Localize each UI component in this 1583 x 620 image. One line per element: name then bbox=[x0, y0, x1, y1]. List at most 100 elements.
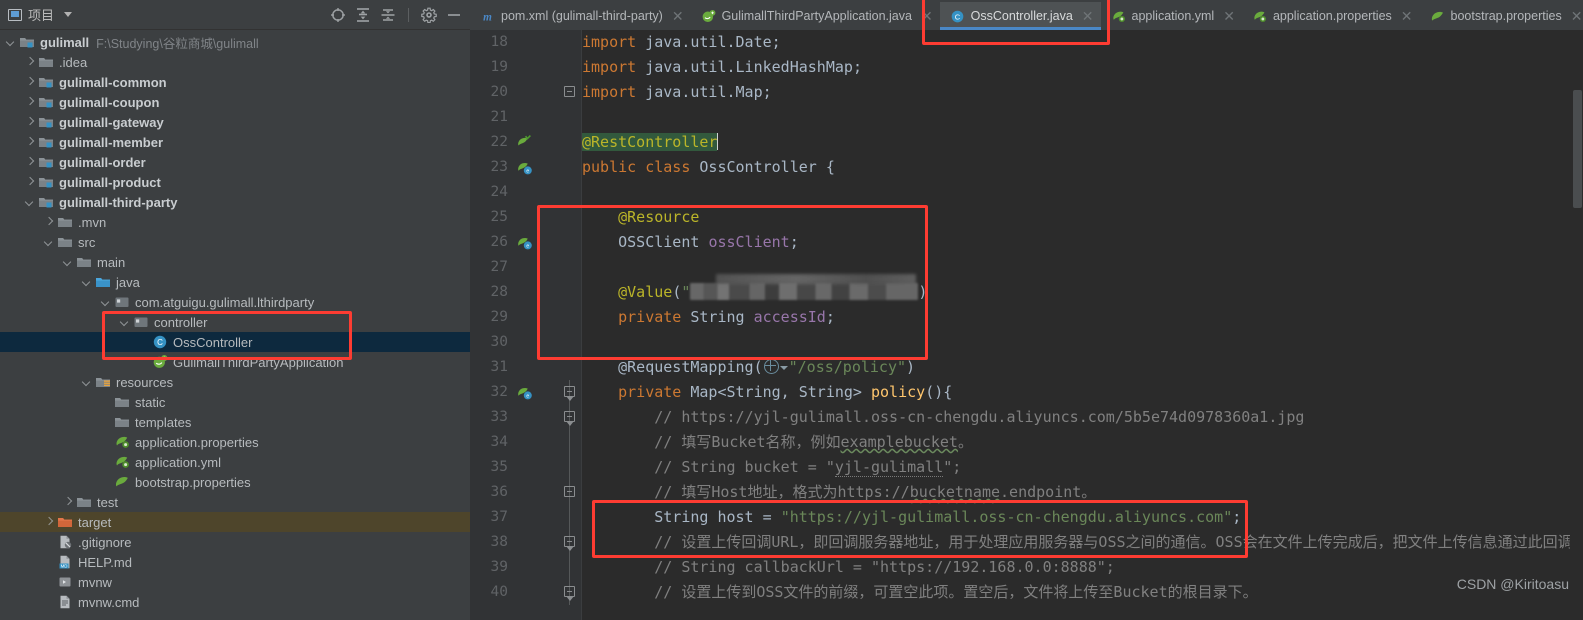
tree-item-main[interactable]: main bbox=[0, 252, 470, 272]
fold-icon[interactable] bbox=[564, 386, 575, 401]
tree-item-help.md[interactable]: MD HELP.md bbox=[0, 552, 470, 572]
tree-item-gulimall-product[interactable]: gulimall-product bbox=[0, 172, 470, 192]
chevron-right-icon[interactable] bbox=[25, 157, 35, 167]
editor-tab-osscontroller-java[interactable]: C OssController.java ✕ bbox=[939, 2, 1101, 30]
tree-item-.idea[interactable]: .idea bbox=[0, 52, 470, 72]
select-opened-file-icon[interactable] bbox=[330, 7, 346, 23]
tree-item-gulimall-order[interactable]: gulimall-order bbox=[0, 152, 470, 172]
gutter-cell[interactable] bbox=[512, 280, 578, 305]
expand-all-icon[interactable] bbox=[355, 7, 371, 23]
tree-item-.gitignore[interactable]: .gitignore bbox=[0, 532, 470, 552]
code-line-28[interactable]: 28 @Value(") bbox=[470, 274, 1583, 305]
chevron-down-icon[interactable] bbox=[101, 297, 111, 307]
chevron-right-icon[interactable] bbox=[44, 517, 54, 527]
tree-item-target[interactable]: target bbox=[0, 512, 470, 532]
chevron-right-icon[interactable] bbox=[25, 57, 35, 67]
tree-item-resources[interactable]: resources bbox=[0, 372, 470, 392]
tree-item-gulimall-gateway[interactable]: gulimall-gateway bbox=[0, 112, 470, 132]
chevron-right-icon[interactable] bbox=[25, 137, 35, 147]
gutter-cell[interactable] bbox=[512, 55, 578, 80]
editor-tab-application-yml[interactable]: application.yml ✕ bbox=[1101, 2, 1242, 30]
close-icon[interactable]: ✕ bbox=[1223, 9, 1235, 23]
code-line-30[interactable]: 30 bbox=[470, 330, 1583, 355]
code-line-40[interactable]: 40 // 设置上传到OSS文件的前缀，可置空此项。置空后，文件将上传至Buck… bbox=[470, 580, 1583, 605]
code-line-27[interactable]: 27 bbox=[470, 255, 1583, 280]
code-line-36[interactable]: 36 // 填写Host地址，格式为https://bucketname.end… bbox=[470, 480, 1583, 505]
gutter-cell[interactable] bbox=[512, 555, 578, 580]
tree-item-application.properties[interactable]: application.properties bbox=[0, 432, 470, 452]
tree-item-osscontroller[interactable]: C OssController bbox=[0, 332, 470, 352]
chevron-right-icon[interactable] bbox=[25, 177, 35, 187]
chevron-down-icon[interactable] bbox=[779, 366, 788, 370]
code-line-25[interactable]: 25 @Resource bbox=[470, 205, 1583, 230]
code-line-31[interactable]: 31 @RequestMapping("/oss/policy") bbox=[470, 355, 1583, 380]
chevron-down-icon[interactable] bbox=[82, 277, 92, 287]
settings-gear-icon[interactable] bbox=[421, 7, 437, 23]
tree-item-gulimallthirdpartyapplication[interactable]: GulimallThirdPartyApplication bbox=[0, 352, 470, 372]
code-line-29[interactable]: 29 private String accessId; bbox=[470, 305, 1583, 330]
editor-tab-pom-xml[interactable]: m pom.xml (gulimall-third-party) ✕ bbox=[470, 2, 691, 30]
close-icon[interactable]: ✕ bbox=[1571, 9, 1583, 23]
editor-tab-application-properties[interactable]: application.properties ✕ bbox=[1242, 2, 1420, 30]
tree-item-src[interactable]: src bbox=[0, 232, 470, 252]
code-line-35[interactable]: 35 // String bucket = "yjl-gulimall"; bbox=[470, 455, 1583, 480]
collapse-all-icon[interactable] bbox=[380, 7, 396, 23]
gutter-cell[interactable] bbox=[512, 405, 578, 430]
tree-item-gulimall-member[interactable]: gulimall-member bbox=[0, 132, 470, 152]
tree-item-mvnw[interactable]: mvnw bbox=[0, 572, 470, 592]
code-line-24[interactable]: 24 bbox=[470, 180, 1583, 205]
gutter-cell[interactable] bbox=[512, 455, 578, 480]
chevron-down-icon[interactable] bbox=[63, 257, 73, 267]
gutter-cell[interactable] bbox=[512, 105, 578, 130]
chevron-right-icon[interactable] bbox=[63, 497, 73, 507]
code-editor[interactable]: 18 import java.util.Date; 19 import java.ut… bbox=[470, 30, 1583, 620]
code-line-19[interactable]: 19 import java.util.LinkedHashMap; bbox=[470, 55, 1583, 80]
editor-scrollbar[interactable] bbox=[1570, 30, 1583, 620]
gutter-cell[interactable] bbox=[512, 530, 578, 555]
gutter-cell[interactable] bbox=[512, 580, 578, 605]
scrollbar-thumb[interactable] bbox=[1573, 90, 1582, 208]
code-content[interactable]: 18 import java.util.Date; 19 import java.ut… bbox=[470, 30, 1583, 605]
tree-item-gulimall-coupon[interactable]: gulimall-coupon bbox=[0, 92, 470, 112]
gutter-cell[interactable]: e bbox=[512, 380, 578, 405]
gutter-cell[interactable] bbox=[512, 305, 578, 330]
code-line-33[interactable]: 33 // https://yjl-gulimall.oss-cn-chengd… bbox=[470, 405, 1583, 430]
code-line-23[interactable]: 23 e public class OssController { bbox=[470, 155, 1583, 180]
fold-icon[interactable] bbox=[564, 536, 575, 551]
chevron-down-icon[interactable] bbox=[82, 377, 92, 387]
web-globe-icon[interactable] bbox=[763, 359, 779, 374]
code-line-26[interactable]: 26 e OSSClient ossClient; bbox=[470, 230, 1583, 255]
gutter-cell[interactable] bbox=[512, 355, 578, 380]
tree-item-static[interactable]: static bbox=[0, 392, 470, 412]
fold-icon[interactable] bbox=[564, 86, 575, 97]
gutter-cell[interactable] bbox=[512, 180, 578, 205]
code-line-39[interactable]: 39 // String callbackUrl = "https://192.… bbox=[470, 555, 1583, 580]
tree-item-bootstrap.properties[interactable]: bootstrap.properties bbox=[0, 472, 470, 492]
tree-item-mvnw.cmd[interactable]: mvnw.cmd bbox=[0, 592, 470, 612]
tree-item-application.yml[interactable]: application.yml bbox=[0, 452, 470, 472]
chevron-down-icon[interactable] bbox=[120, 317, 130, 327]
gutter-cell[interactable] bbox=[512, 430, 578, 455]
close-icon[interactable]: ✕ bbox=[921, 9, 933, 23]
gutter-cell[interactable] bbox=[512, 205, 578, 230]
code-line-32[interactable]: 32 e private Map<String, String> policy()… bbox=[470, 380, 1583, 405]
code-line-37[interactable]: 37 String host = "https://yjl-gulimall.o… bbox=[470, 505, 1583, 530]
gutter-cell[interactable] bbox=[512, 30, 578, 55]
chevron-right-icon[interactable] bbox=[25, 77, 35, 87]
gutter-cell[interactable] bbox=[512, 80, 578, 105]
chevron-down-icon[interactable] bbox=[64, 12, 73, 17]
tree-item-templates[interactable]: templates bbox=[0, 412, 470, 432]
chevron-down-icon[interactable] bbox=[25, 197, 35, 207]
chevron-down-icon[interactable] bbox=[6, 37, 16, 47]
gutter-cell[interactable]: e bbox=[512, 230, 578, 255]
close-icon[interactable]: ✕ bbox=[1401, 9, 1413, 23]
hide-panel-icon[interactable] bbox=[446, 7, 462, 23]
gutter-cell[interactable] bbox=[512, 130, 578, 155]
editor-tab-bootstrap-properties[interactable]: bootstrap.properties ✕ bbox=[1420, 2, 1583, 30]
editor-tab-gulimallthirdpartyapplication-java[interactable]: GulimallThirdPartyApplication.java ✕ bbox=[691, 2, 940, 30]
code-line-18[interactable]: 18 import java.util.Date; bbox=[470, 30, 1583, 55]
code-line-38[interactable]: 38 // 设置上传回调URL，即回调服务器地址，用于处理应用服务器与OSS之间… bbox=[470, 530, 1583, 555]
close-icon[interactable]: ✕ bbox=[1082, 9, 1094, 23]
tree-item-java[interactable]: java bbox=[0, 272, 470, 292]
fold-icon[interactable] bbox=[564, 586, 575, 601]
